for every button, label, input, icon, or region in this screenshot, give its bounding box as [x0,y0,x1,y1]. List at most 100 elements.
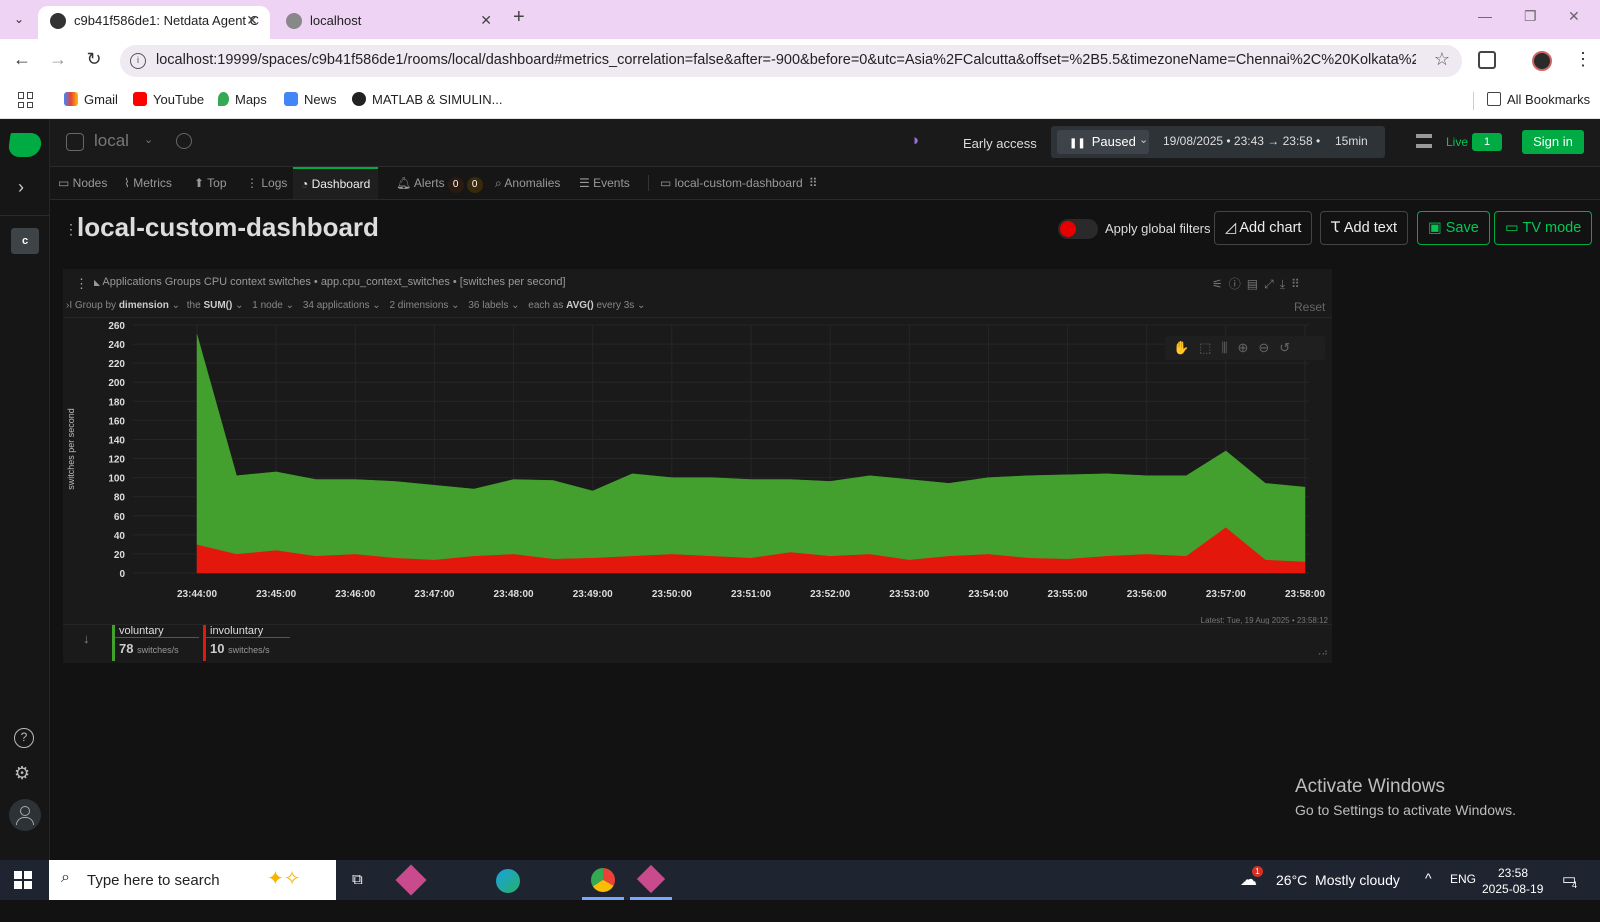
arrow-up-icon: ⬆ [194,176,208,190]
sign-in-button[interactable]: Sign in [1522,130,1584,154]
paused-button[interactable]: ❚❚ Paused [1057,130,1149,154]
early-access-label[interactable]: Early access [963,136,1037,151]
new-tab-icon[interactable]: + [513,6,525,29]
nav-anomalies[interactable]: ⌕ Anomalies [495,167,560,199]
chart-interaction-tools[interactable]: ✋⬚⫼⊕⊖↺ [1165,336,1325,360]
tab-custom-dashboard[interactable]: ▭ local-custom-dashboard ⠿ [660,167,818,199]
bookmark-youtube[interactable]: YouTube [133,92,204,107]
url-field[interactable]: i localhost:19999/spaces/c9b41f586de1/ro… [120,45,1462,77]
bookmark-matlab[interactable]: MATLAB & SIMULIN... [352,92,503,107]
space-avatar[interactable]: c [11,228,39,254]
weather-cloud-icon[interactable]: ☁ 1 [1240,866,1263,910]
reload-icon[interactable]: ↻ [82,49,106,70]
y-tick-label: 240 [108,340,125,351]
minimize-icon[interactable]: — [1478,8,1492,24]
weather-text[interactable]: 26°C Mostly cloudy [1276,872,1400,912]
all-bookmarks[interactable]: All Bookmarks [1487,92,1590,107]
drag-handle-icon[interactable]: ⠿ [809,176,818,190]
add-text-button[interactable]: Ꚍ Add text [1320,211,1409,245]
tab-netdata[interactable]: c9b41f586de1: Netdata Agent C ✕ [38,6,270,39]
taskbar-search-box[interactable]: ⌕ Type here to search ✦✧ [49,860,336,900]
bookmark-star-icon[interactable]: ☆ [1434,49,1450,70]
tray-chevron-up-icon[interactable]: ^ [1425,870,1432,910]
bookmark-maps[interactable]: Maps [218,92,267,107]
apps-grid-icon[interactable] [18,92,34,108]
nav-top[interactable]: ⬆ Top [194,167,227,199]
room-chevron-down-icon[interactable]: ⌄ [144,133,153,146]
logs-icon: ⋮ [246,176,262,190]
room-settings-icon[interactable] [176,133,192,149]
nav-logs[interactable]: ⋮ Logs [246,167,287,199]
metrics-icon: ⌇ [124,176,134,190]
x-tick-label: 23:47:00 [414,589,454,600]
paused-chevron-down-icon[interactable]: ⌄ [1139,133,1148,146]
live-count-badge[interactable]: 1 [1472,133,1502,151]
group-by-bar[interactable]: ›I Group by dimension ⌄ the SUM() ⌄ 1 no… [66,300,645,311]
pause-icon: ❚❚ [1069,138,1086,149]
legend-voluntary[interactable]: voluntary 78 switches/s [112,625,199,661]
language-indicator[interactable]: ENG [1450,872,1476,912]
profile-avatar[interactable] [1532,51,1552,71]
y-tick-label: 0 [119,569,125,580]
task-view-icon[interactable]: ⧉ [352,871,363,911]
chart-toolbar-icons[interactable]: ⚟ⓘ▤⤢⤓⠿ [1212,275,1306,292]
git-active-taskbar-button[interactable] [630,860,672,900]
room-name[interactable]: local [94,131,129,151]
nav-dashboard[interactable]: ◔ Dashboard [293,167,379,199]
settings-gear-icon[interactable]: ⚙ [14,763,30,784]
nav-nodes[interactable]: ▭ Nodes [58,167,107,199]
back-icon[interactable]: ← [10,49,34,70]
x-tick-label: 23:58:00 [1285,589,1325,600]
clock-date[interactable]: 2025-08-19 [1482,882,1543,922]
x-tick-label: 23:50:00 [652,589,692,600]
time-range[interactable]: 19/08/2025 • 23:43 → 23:58 • [1163,134,1320,148]
tv-mode-button[interactable]: ▭ TV mode [1494,211,1593,245]
reset-button[interactable]: Reset [1294,300,1325,314]
context-switches-chart[interactable]: 0 20 40 60 80 100 120 140 160 180 200 220 240 260 23:4… [63,317,1332,617]
chrome-taskbar-button[interactable] [582,860,624,900]
netdata-logo[interactable] [7,133,43,157]
x-tick-label: 23:44:00 [177,589,217,600]
x-tick-label: 23:54:00 [968,589,1008,600]
weather-badge: 1 [1252,866,1263,877]
tab-search-icon[interactable]: ⌄ [7,7,31,31]
duration[interactable]: 15min [1335,134,1368,148]
expand-chevron-icon[interactable]: › [18,177,24,198]
legend-involuntary[interactable]: involuntary 10 switches/s [203,625,290,661]
dashboard-menu-icon[interactable]: ⋮ [64,221,78,238]
tab-localhost[interactable]: localhost ✕ [274,6,504,39]
chart-menu-icon[interactable]: ⋮ [75,276,88,292]
arrow-down-icon[interactable]: ↓ [83,631,90,646]
edge-browser-icon[interactable] [496,869,520,893]
time-control: ❚❚ Paused ⌄ 19/08/2025 • 23:43 → 23:58 • … [1051,126,1385,158]
add-chart-button[interactable]: ◿ Add chart [1214,211,1313,245]
y-tick-label: 120 [108,455,125,466]
close-tab-icon[interactable]: ✕ [246,6,258,35]
windows-start-icon[interactable] [14,871,32,889]
nodes-list-icon[interactable] [1416,134,1432,148]
nav-alerts[interactable]: 🔔︎ Alerts 0 0 [396,167,483,199]
divider [648,175,649,191]
notifications-icon[interactable]: ▭ 4 [1562,870,1577,910]
close-window-icon[interactable]: ✕ [1568,8,1580,25]
help-icon[interactable]: ? [14,728,34,748]
extensions-icon[interactable] [1478,51,1496,69]
legend-name: voluntary [115,625,199,638]
save-button[interactable]: ▣ Save [1417,211,1490,245]
bookmark-gmail[interactable]: Gmail [64,92,118,107]
menu-icon[interactable]: ⋮ [1574,49,1592,70]
site-info-icon[interactable]: i [130,53,146,69]
divider [0,215,49,216]
resize-handle-icon[interactable]: ⠠⠴ [1315,647,1328,658]
forward-icon[interactable]: → [46,49,70,70]
apply-global-filters-toggle[interactable] [1058,219,1098,239]
close-tab-icon[interactable]: ✕ [480,6,492,35]
user-avatar-icon[interactable] [9,799,41,831]
bookmark-news[interactable]: News [284,92,337,107]
nav-events[interactable]: ☰ Events [579,167,630,199]
netdata-sidebar: › c ? ⚙ [0,119,50,860]
nav-metrics[interactable]: ⌇ Metrics [124,167,172,199]
git-app-icon[interactable] [395,864,427,896]
y-tick-label: 260 [108,321,125,332]
restore-icon[interactable]: ❐ [1524,8,1537,25]
